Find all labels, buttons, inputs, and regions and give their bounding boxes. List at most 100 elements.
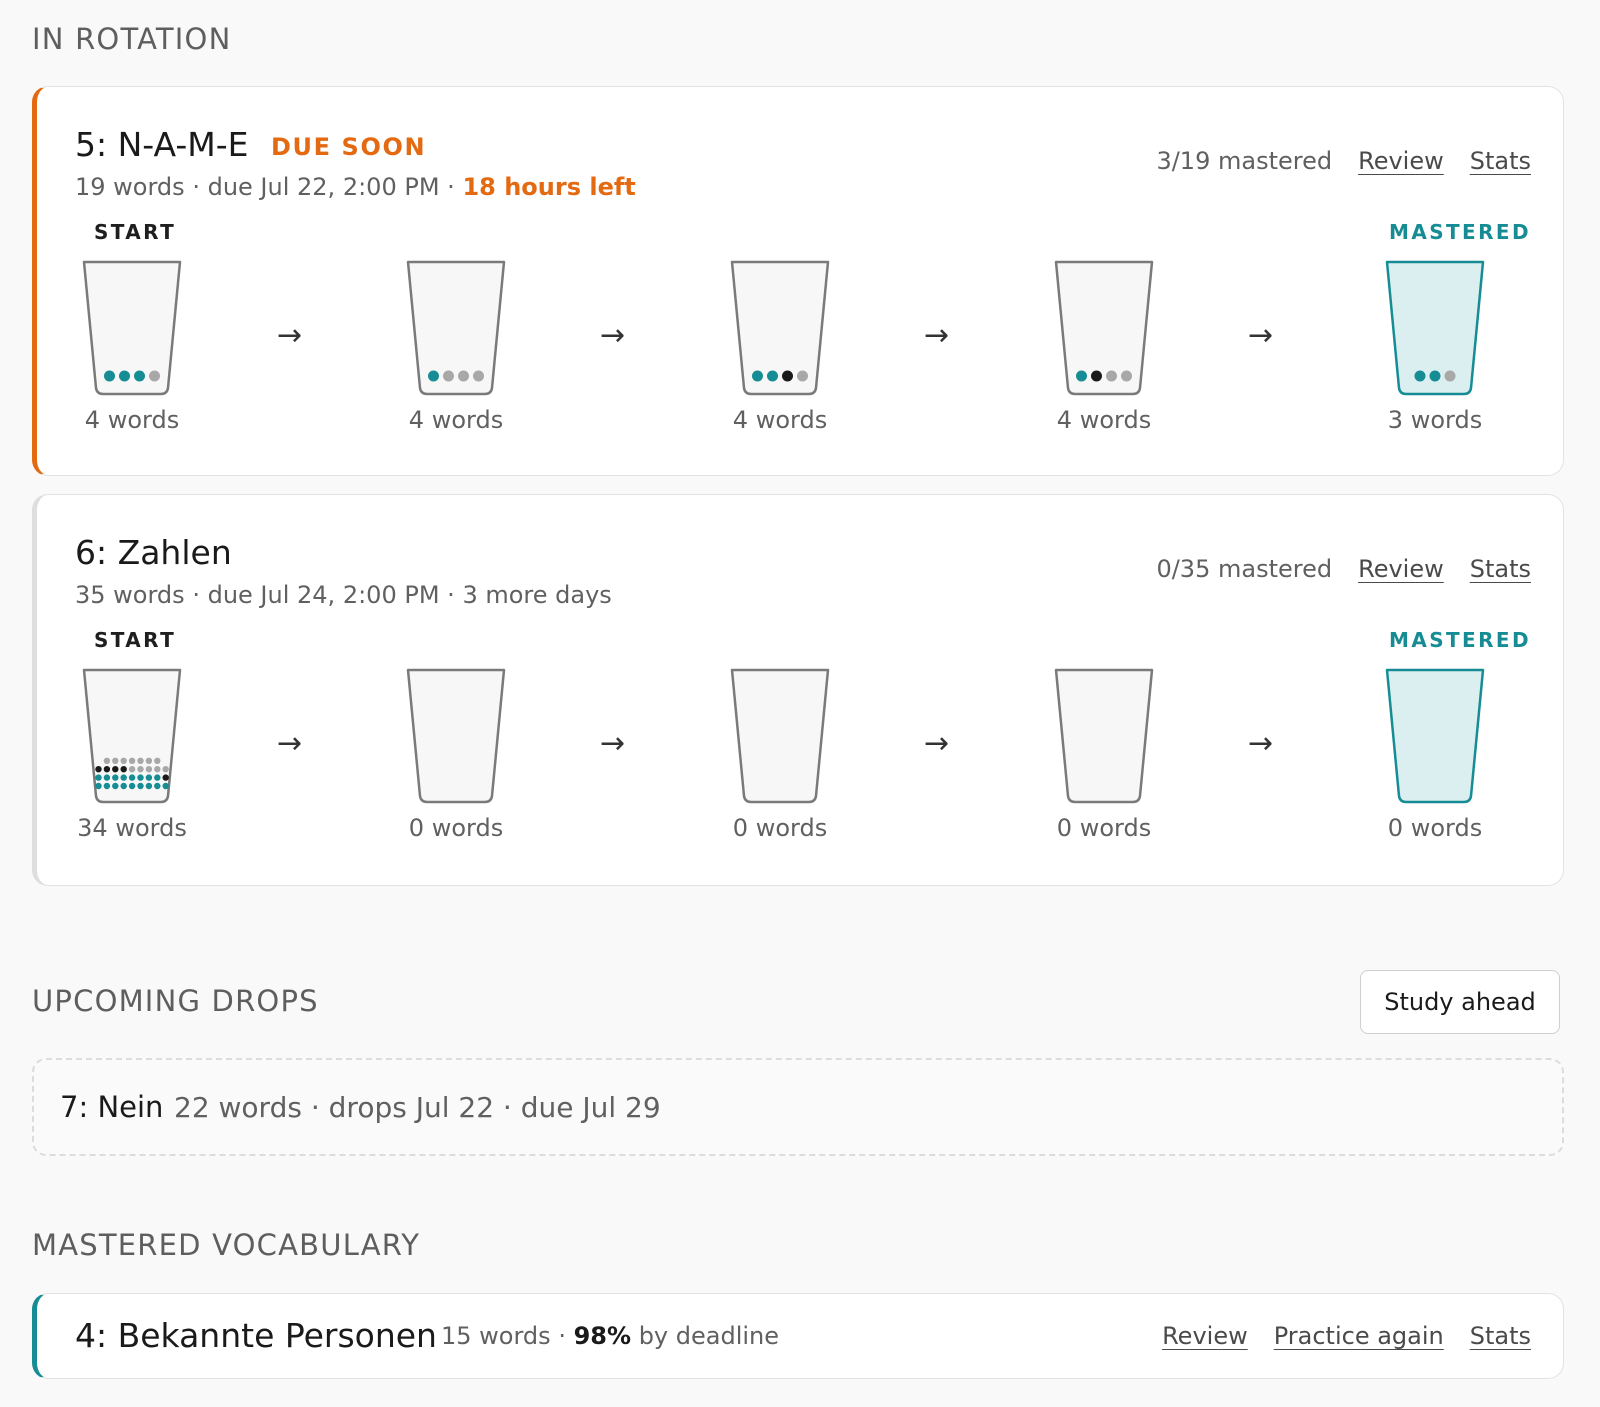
word-dot xyxy=(95,766,102,773)
mastered-box-icon xyxy=(1385,260,1485,396)
box-icon xyxy=(406,668,506,804)
separator: · xyxy=(192,173,200,201)
word-dot xyxy=(458,370,469,382)
arrow-icon: → xyxy=(277,726,303,761)
word-dot xyxy=(120,757,127,764)
review-link[interactable]: Review xyxy=(1162,1322,1248,1350)
deck-subtitle: 19 words · due Jul 22, 2:00 PM · 18 hour… xyxy=(75,173,636,201)
arrow-icon: → xyxy=(924,726,950,761)
word-dot xyxy=(145,774,153,781)
word-dot xyxy=(95,782,102,790)
section-title-mastered-vocabulary: MASTERED VOCABULARY xyxy=(32,1228,421,1262)
word-dot xyxy=(112,774,119,781)
upcoming-deck-subtitle: 22 words · drops Jul 22 · due Jul 29 xyxy=(174,1091,661,1124)
deck-card-name: 5: N-A-M-E DUE SOON 19 words · due Jul 2… xyxy=(32,86,1564,476)
separator: · xyxy=(447,581,455,609)
mastered-deck-subtitle: 15 words · 98% by deadline xyxy=(441,1322,779,1350)
practice-again-link[interactable]: Practice again xyxy=(1274,1322,1444,1350)
cup-outline xyxy=(82,668,182,804)
word-dot xyxy=(103,766,111,773)
arrow-icon: → xyxy=(924,318,950,353)
word-dot xyxy=(473,370,484,382)
box-word-count: 0 words xyxy=(408,814,504,842)
mastered-deck-card: 4: Bekannte Personen 15 words · 98% by d… xyxy=(32,1293,1564,1379)
word-dot xyxy=(428,370,439,382)
word-dot xyxy=(162,782,169,790)
deck-due-date: due Jul 24, 2:00 PM xyxy=(207,581,440,609)
box-word-count: 34 words xyxy=(77,814,187,842)
deck-card-zahlen: 6: Zahlen 35 words · due Jul 24, 2:00 PM… xyxy=(32,494,1564,886)
deck-word-count: 35 words xyxy=(75,581,185,609)
word-dot xyxy=(119,370,130,382)
leitner-box-1[interactable]: 4 words xyxy=(82,260,182,434)
leitner-box-mastered[interactable]: 0 words xyxy=(1385,668,1485,842)
word-dot xyxy=(120,774,127,781)
word-dot xyxy=(128,782,136,790)
leitner-box-1[interactable]: 34 words xyxy=(77,668,187,842)
leitner-box-mastered[interactable]: 3 words xyxy=(1385,260,1485,434)
stats-link[interactable]: Stats xyxy=(1470,147,1531,175)
cup-outline xyxy=(82,260,182,396)
word-dot xyxy=(120,766,127,773)
mastered-word-count: 15 words xyxy=(441,1322,551,1350)
word-dot xyxy=(128,757,136,764)
word-dot xyxy=(145,757,153,764)
leitner-box-3[interactable]: 0 words xyxy=(730,668,830,842)
cup-outline xyxy=(1054,260,1154,396)
deck-title: 5: N-A-M-E xyxy=(75,125,249,164)
leitner-box-2[interactable]: 0 words xyxy=(406,668,506,842)
word-dot xyxy=(767,370,778,382)
deck-actions: 3/19 mastered Review Stats xyxy=(1156,147,1531,175)
word-dot xyxy=(137,782,144,790)
cup-outline xyxy=(730,668,830,804)
mastered-percent: 98% xyxy=(573,1322,632,1350)
box-icon xyxy=(1054,260,1154,396)
leitner-box-4[interactable]: 0 words xyxy=(1054,668,1154,842)
word-dot xyxy=(1429,370,1441,382)
word-dot xyxy=(112,782,119,790)
word-dot xyxy=(137,757,144,764)
word-dot xyxy=(128,766,136,773)
word-dot xyxy=(1414,370,1426,382)
leitner-box-4[interactable]: 4 words xyxy=(1054,260,1154,434)
box-icon xyxy=(82,260,182,396)
arrow-icon: → xyxy=(1248,726,1274,761)
word-dot xyxy=(103,774,111,781)
review-link[interactable]: Review xyxy=(1358,147,1444,175)
box-word-count: 3 words xyxy=(1387,406,1483,434)
deck-time-left: 18 hours left xyxy=(462,173,636,201)
word-dot xyxy=(154,766,161,773)
box-icon xyxy=(1054,668,1154,804)
word-dot xyxy=(1444,370,1456,382)
word-dot xyxy=(134,370,145,382)
word-dot xyxy=(120,782,127,790)
upcoming-deck-title: 7: Nein xyxy=(60,1090,164,1124)
cup-outline xyxy=(1385,668,1485,804)
separator: · xyxy=(447,173,455,201)
arrow-icon: → xyxy=(277,318,303,353)
cup-outline xyxy=(406,260,506,396)
mastered-deck-title: 4: Bekannte Personen xyxy=(75,1316,437,1355)
word-dot xyxy=(782,370,793,382)
review-link[interactable]: Review xyxy=(1358,555,1444,583)
leitner-box-2[interactable]: 4 words xyxy=(406,260,506,434)
stats-link[interactable]: Stats xyxy=(1470,1322,1531,1350)
box-word-count: 4 words xyxy=(408,406,504,434)
mastered-box-icon xyxy=(1385,668,1485,804)
mastered-count: 0/35 mastered xyxy=(1156,555,1333,583)
box-word-count: 0 words xyxy=(732,814,828,842)
word-dot xyxy=(104,370,115,382)
study-ahead-button[interactable]: Study ahead xyxy=(1360,970,1560,1034)
word-dot xyxy=(752,370,763,382)
leitner-box-3[interactable]: 4 words xyxy=(730,260,830,434)
arrow-icon: → xyxy=(600,318,626,353)
word-dot xyxy=(797,370,808,382)
stats-link[interactable]: Stats xyxy=(1470,555,1531,583)
by-deadline-text: by deadline xyxy=(638,1322,780,1350)
word-dot xyxy=(1121,370,1132,382)
word-dot xyxy=(145,782,153,790)
word-dot xyxy=(162,774,169,781)
box-word-count: 0 words xyxy=(1387,814,1483,842)
box-word-count: 4 words xyxy=(732,406,828,434)
word-dot xyxy=(145,766,153,773)
